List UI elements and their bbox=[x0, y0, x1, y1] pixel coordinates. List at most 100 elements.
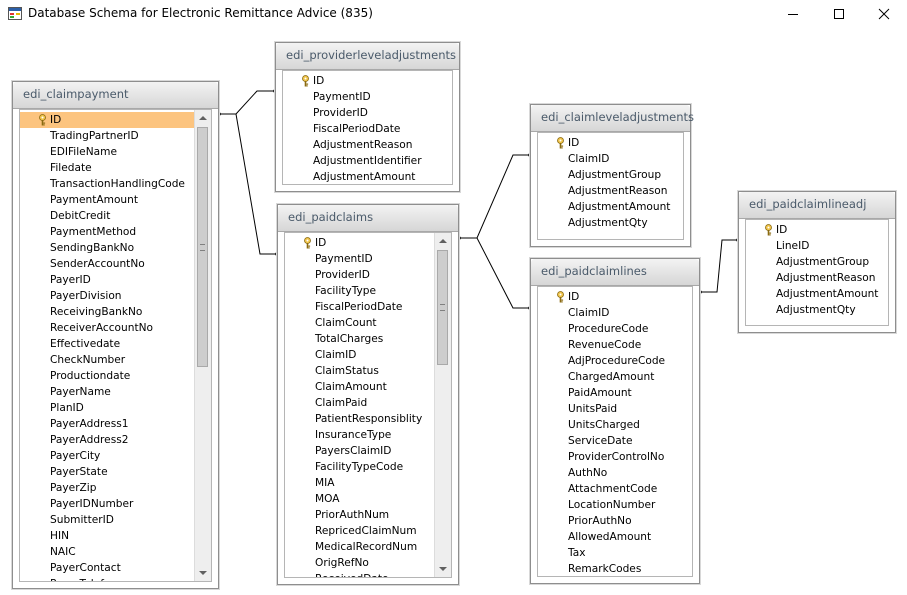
field-row[interactable]: PayerName bbox=[20, 384, 195, 400]
field-row[interactable]: AuthNo bbox=[538, 465, 692, 481]
field-row[interactable]: PayerState bbox=[20, 464, 195, 480]
field-row[interactable]: Effectivedate bbox=[20, 336, 195, 352]
field-row[interactable]: PatientResponsiblity bbox=[285, 411, 435, 427]
field-row[interactable]: InsuranceType bbox=[285, 427, 435, 443]
field-row[interactable]: AdjustmentAmount bbox=[746, 286, 888, 302]
field-row[interactable]: FiscalPeriodDate bbox=[283, 121, 452, 137]
field-row[interactable]: ChargedAmount bbox=[538, 369, 692, 385]
field-row[interactable]: ID bbox=[285, 235, 435, 251]
field-row[interactable]: EDIFileName bbox=[20, 144, 195, 160]
field-row[interactable]: TotalCharges bbox=[285, 331, 435, 347]
field-row[interactable]: PriorAuthNum bbox=[285, 507, 435, 523]
field-row[interactable]: ProcedureCode bbox=[538, 321, 692, 337]
field-row[interactable]: AdjustmentReason bbox=[746, 270, 888, 286]
table-edi-claimpayment[interactable]: edi_claimpayment ID TradingPartnerID EDIFil… bbox=[12, 81, 219, 589]
field-row[interactable]: PayerAddress1 bbox=[20, 416, 195, 432]
field-row[interactable]: PriorAuthNo bbox=[538, 513, 692, 529]
field-row[interactable]: AllowedAmount bbox=[538, 529, 692, 545]
field-list[interactable]: ID ClaimID AdjustmentGroup AdjustmentReason… bbox=[537, 132, 684, 240]
field-row[interactable]: UnitsCharged bbox=[538, 417, 692, 433]
table-edi-paidclaims[interactable]: edi_paidclaims ID PaymentID ProviderID Facil… bbox=[277, 204, 459, 585]
field-row[interactable]: ClaimID bbox=[538, 151, 683, 167]
field-row[interactable]: ID bbox=[538, 135, 683, 151]
field-row[interactable]: PayerCity bbox=[20, 448, 195, 464]
field-row[interactable]: ReceivingBankNo bbox=[20, 304, 195, 320]
field-row[interactable]: AttachmentCode bbox=[538, 481, 692, 497]
field-row[interactable]: ClaimStatus bbox=[285, 363, 435, 379]
field-row[interactable]: AdjustmentQty bbox=[746, 302, 888, 318]
field-row[interactable]: Filedate bbox=[20, 160, 195, 176]
table-edi-paidclaimlineadj[interactable]: edi_paidclaimlineadj ID LineID AdjustmentGr… bbox=[738, 191, 896, 333]
field-row[interactable]: MIA bbox=[285, 475, 435, 491]
field-row[interactable]: AdjustmentReason bbox=[538, 183, 683, 199]
field-row[interactable]: ProviderID bbox=[285, 267, 435, 283]
field-row[interactable]: AdjustmentQty bbox=[538, 215, 683, 231]
field-row[interactable]: FacilityType bbox=[285, 283, 435, 299]
field-row[interactable]: ClaimID bbox=[538, 305, 692, 321]
field-row[interactable]: PayerTelefon bbox=[20, 576, 195, 581]
field-row[interactable]: PayersClaimID bbox=[285, 443, 435, 459]
field-row[interactable]: RevenueCode bbox=[538, 337, 692, 353]
field-row[interactable]: LocationNumber bbox=[538, 497, 692, 513]
field-row[interactable]: ID bbox=[746, 222, 888, 238]
table-header[interactable]: edi_paidclaimlineadj bbox=[739, 192, 895, 219]
field-row[interactable]: FacilityTypeCode bbox=[285, 459, 435, 475]
field-row[interactable]: ID bbox=[20, 112, 195, 128]
field-row[interactable]: OrigRefNo bbox=[285, 555, 435, 571]
field-row[interactable]: PayerDivision bbox=[20, 288, 195, 304]
field-row[interactable]: UnitsPaid bbox=[538, 401, 692, 417]
field-row[interactable]: MOA bbox=[285, 491, 435, 507]
table-header[interactable]: edi_paidclaims bbox=[278, 205, 458, 232]
field-row[interactable]: PayerContact bbox=[20, 560, 195, 576]
field-row[interactable]: LineID bbox=[746, 238, 888, 254]
field-row[interactable]: RemarkCodes bbox=[538, 561, 692, 576]
field-list[interactable]: ID TradingPartnerID EDIFileName Filedate Tra… bbox=[19, 109, 212, 582]
field-row[interactable]: ClaimAmount bbox=[285, 379, 435, 395]
field-row[interactable]: Productiondate bbox=[20, 368, 195, 384]
field-row[interactable]: ProviderID bbox=[283, 105, 452, 121]
field-row[interactable]: ReceivedDate bbox=[285, 571, 435, 577]
field-row[interactable]: AdjustmentGroup bbox=[746, 254, 888, 270]
field-row[interactable]: AdjustmentAmount bbox=[538, 199, 683, 215]
scroll-up-arrow-icon[interactable] bbox=[199, 116, 207, 120]
field-row[interactable]: PaidAmount bbox=[538, 385, 692, 401]
scroll-up-arrow-icon[interactable] bbox=[439, 239, 447, 243]
field-row[interactable]: NAIC bbox=[20, 544, 195, 560]
vertical-scrollbar[interactable] bbox=[194, 110, 211, 581]
table-edi-paidclaimlines[interactable]: edi_paidclaimlines ID ClaimID ProcedureCode… bbox=[530, 258, 700, 584]
field-row[interactable]: ID bbox=[538, 289, 692, 305]
field-row[interactable]: Tax bbox=[538, 545, 692, 561]
field-row[interactable]: DebitCredit bbox=[20, 208, 195, 224]
field-row[interactable]: ProviderControlNo bbox=[538, 449, 692, 465]
field-row[interactable]: ID bbox=[283, 73, 452, 89]
field-row[interactable]: TransactionHandlingCode bbox=[20, 176, 195, 192]
scroll-down-arrow-icon[interactable] bbox=[199, 571, 207, 575]
field-row[interactable]: SendingBankNo bbox=[20, 240, 195, 256]
field-row[interactable]: PaymentMethod bbox=[20, 224, 195, 240]
field-row[interactable]: AdjustmentReason bbox=[283, 137, 452, 153]
table-header[interactable]: edi_paidclaimlines bbox=[531, 259, 699, 286]
table-header[interactable]: edi_claimleveladjustments bbox=[531, 105, 694, 132]
field-row[interactable]: AdjustmentAmount bbox=[283, 169, 452, 184]
field-list[interactable]: ID PaymentID ProviderID FacilityType FiscalP… bbox=[284, 232, 452, 578]
field-row[interactable]: PayerIDNumber bbox=[20, 496, 195, 512]
field-row[interactable]: PlanID bbox=[20, 400, 195, 416]
field-row[interactable]: PayerAddress2 bbox=[20, 432, 195, 448]
field-row[interactable]: AdjProcedureCode bbox=[538, 353, 692, 369]
field-list[interactable]: ID LineID AdjustmentGroup AdjustmentReason A… bbox=[745, 219, 889, 326]
field-list[interactable]: ID ClaimID ProcedureCode RevenueCode AdjProc… bbox=[537, 286, 693, 577]
field-row[interactable]: CheckNumber bbox=[20, 352, 195, 368]
field-row[interactable]: AdjustmentIdentifier bbox=[283, 153, 452, 169]
field-row[interactable]: RepricedClaimNum bbox=[285, 523, 435, 539]
field-row[interactable]: MedicalRecordNum bbox=[285, 539, 435, 555]
table-header[interactable]: edi_providerleveladjustments bbox=[276, 43, 459, 70]
field-row[interactable]: ServiceDate bbox=[538, 433, 692, 449]
scroll-down-arrow-icon[interactable] bbox=[439, 567, 447, 571]
field-row[interactable]: TradingPartnerID bbox=[20, 128, 195, 144]
field-row[interactable]: ClaimPaid bbox=[285, 395, 435, 411]
field-row[interactable]: ClaimCount bbox=[285, 315, 435, 331]
field-row[interactable]: AdjustmentGroup bbox=[538, 167, 683, 183]
scroll-thumb[interactable] bbox=[437, 250, 448, 365]
field-row[interactable]: ClaimID bbox=[285, 347, 435, 363]
table-edi-providerleveladjustments[interactable]: edi_providerleveladjustments ID PaymentID P… bbox=[275, 42, 460, 192]
